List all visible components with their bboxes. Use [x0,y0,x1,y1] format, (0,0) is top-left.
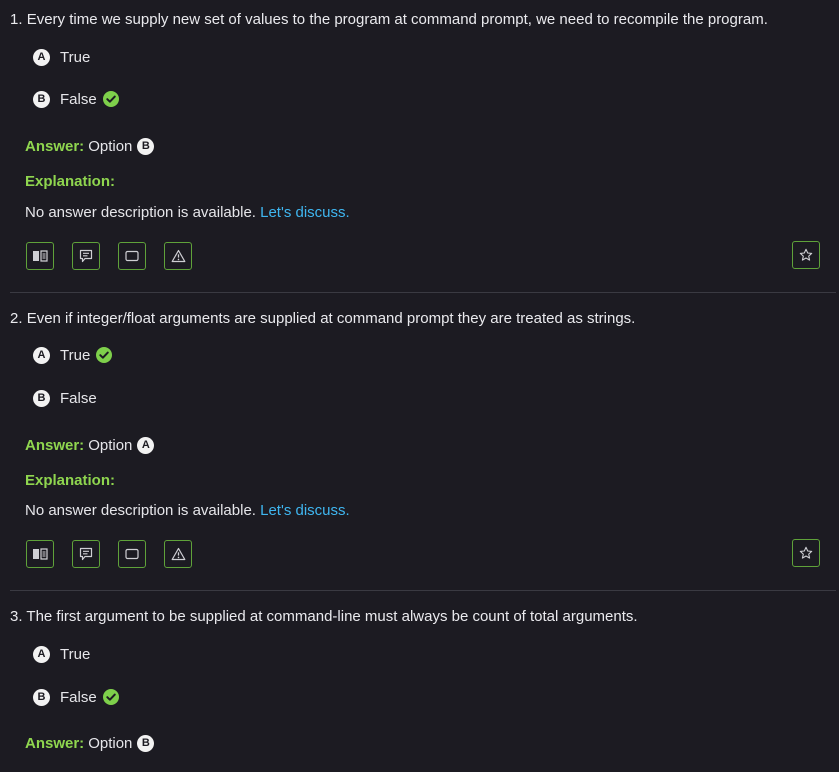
workspace-icon [125,548,139,560]
answer-row: Answer: Option B [25,733,155,753]
answer-label: Answer: [25,137,85,155]
question-text: The first argument to be supplied at com… [26,608,638,625]
option-a[interactable]: A True [33,345,113,365]
option-badge: B [33,389,50,407]
question-number: 1. [10,11,23,28]
answer-option-badge: B [137,734,155,752]
option-label: True [60,48,91,66]
question-text: Every time we supply new set of values t… [26,11,768,28]
divider [10,590,836,591]
divider [10,292,836,293]
question-text: Even if integer/float arguments are supp… [26,310,636,327]
view-answer-button[interactable] [26,540,54,568]
question-title: 2. Even if integer/float arguments are s… [10,310,635,327]
answer-row: Answer: Option A [25,435,155,455]
explanation-heading: Explanation: [25,472,116,489]
explanation-body: No answer description is available. Let'… [25,204,350,221]
report-icon [171,547,186,561]
answer-label: Answer: [25,734,85,752]
option-badge: B [33,90,50,108]
bookmark-star-icon [799,248,813,262]
explanation-heading: Explanation: [25,173,116,190]
discuss-button[interactable] [72,242,100,270]
comment-icon [79,249,93,263]
option-a[interactable]: A True [33,47,90,67]
question-title: 1. Every time we supply new set of value… [10,11,768,28]
explanation-text: No answer description is available. [25,502,256,519]
bookmark-button[interactable] [792,539,820,567]
option-label: False [60,90,97,108]
bookmark-button[interactable] [792,241,820,269]
discuss-link[interactable]: Let's discuss. [260,204,350,221]
question-title: 3. The first argument to be supplied at … [10,608,638,625]
workspace-icon [125,250,139,262]
report-button[interactable] [164,540,192,568]
bookmark-star-icon [799,546,813,560]
option-label: False [60,688,97,706]
report-button[interactable] [164,242,192,270]
option-a[interactable]: A True [33,644,90,664]
view-answer-button[interactable] [26,242,54,270]
option-label: True [60,346,91,364]
question-number: 3. [10,608,23,625]
explanation-body: No answer description is available. Let'… [25,502,350,519]
option-badge: B [33,688,50,706]
answer-label: Answer: [25,436,85,454]
option-b[interactable]: B False [33,89,119,109]
check-circle-icon [102,689,119,705]
check-circle-icon [102,91,119,107]
discuss-button[interactable] [72,540,100,568]
option-badge: A [33,346,50,364]
answer-text: Option [88,734,133,752]
explanation-text: No answer description is available. [25,204,256,221]
option-label: True [60,645,91,663]
book-icon [32,249,48,263]
option-badge: A [33,645,50,663]
answer-text: Option [88,137,133,155]
book-icon [32,547,48,561]
option-label: False [60,389,97,407]
comment-icon [79,547,93,561]
option-b[interactable]: B False [33,687,119,707]
answer-text: Option [88,436,133,454]
option-badge: A [33,48,50,66]
answer-option-badge: A [137,436,155,454]
check-circle-icon [96,347,113,363]
option-b[interactable]: B False [33,388,97,408]
question-number: 2. [10,310,23,327]
report-icon [171,249,186,263]
answer-option-badge: B [137,137,155,155]
workspace-button[interactable] [118,242,146,270]
workspace-button[interactable] [118,540,146,568]
answer-row: Answer: Option B [25,136,155,156]
discuss-link[interactable]: Let's discuss. [260,502,350,519]
